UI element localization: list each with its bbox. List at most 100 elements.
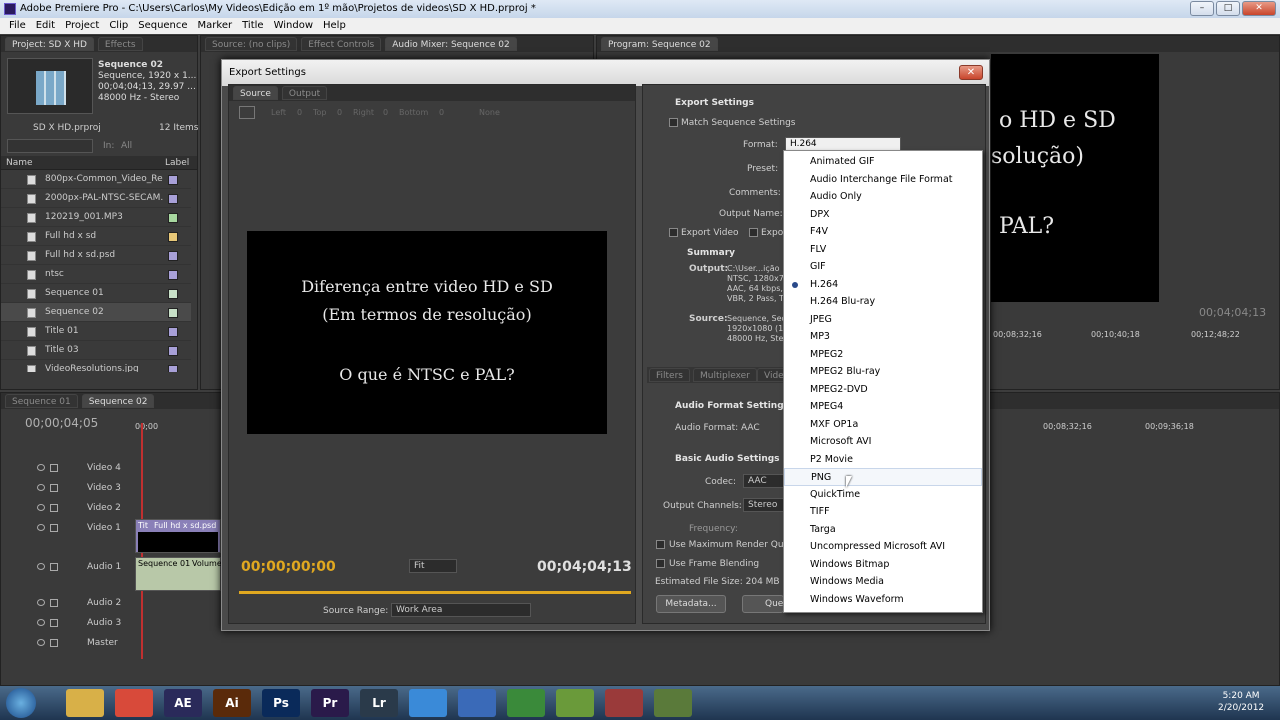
tab-effects[interactable]: Effects — [97, 37, 143, 51]
dialog-close-button[interactable]: ✕ — [959, 65, 983, 80]
menu-marker[interactable]: Marker — [193, 18, 238, 34]
lock-icon[interactable] — [50, 599, 58, 607]
export-work-area-bar[interactable] — [239, 591, 631, 594]
taskbar-app-skype[interactable] — [409, 689, 447, 717]
eye-icon[interactable] — [37, 563, 45, 570]
basic-audio-section[interactable]: Basic Audio Settings — [675, 454, 780, 464]
project-item[interactable]: Title 01 — [1, 322, 191, 341]
lock-icon[interactable] — [50, 563, 58, 571]
eye-icon[interactable] — [37, 524, 45, 531]
eye-icon[interactable] — [37, 599, 45, 606]
column-name[interactable]: Name — [6, 158, 33, 168]
tab-export-output[interactable]: Output — [281, 86, 328, 100]
project-search-input[interactable] — [7, 139, 93, 153]
format-option[interactable]: QuickTime — [784, 486, 982, 504]
tab-audio-mixer[interactable]: Audio Mixer: Sequence 02 — [385, 37, 517, 51]
format-option[interactable]: Animated GIF — [784, 153, 982, 171]
summary-section[interactable]: Summary — [687, 248, 735, 258]
menu-clip[interactable]: Clip — [104, 18, 133, 34]
format-option[interactable]: Windows Media — [784, 573, 982, 591]
taskbar-app-itunes[interactable] — [458, 689, 496, 717]
format-option[interactable]: TIFF — [784, 503, 982, 521]
project-item[interactable]: Title 03 — [1, 341, 191, 360]
format-option[interactable]: Microsoft AVI — [784, 433, 982, 451]
export-settings-section[interactable]: Export Settings — [675, 98, 754, 108]
crop-left-value[interactable]: 0 — [297, 105, 302, 121]
start-button[interactable] — [6, 688, 36, 718]
export-video-checkbox[interactable] — [669, 228, 678, 237]
menu-sequence[interactable]: Sequence — [133, 18, 192, 34]
eye-icon[interactable] — [37, 504, 45, 511]
taskbar-app-utorrent[interactable] — [507, 689, 545, 717]
format-option[interactable]: F4V — [784, 223, 982, 241]
tab-filters[interactable]: Filters — [649, 368, 690, 382]
format-option[interactable]: PNG — [784, 468, 982, 486]
tab-program[interactable]: Program: Sequence 02 — [601, 37, 718, 51]
menu-file[interactable]: File — [4, 18, 31, 34]
column-label[interactable]: Label — [165, 158, 189, 168]
project-item[interactable]: Sequence 02 — [1, 303, 191, 322]
menu-title[interactable]: Title — [237, 18, 268, 34]
export-timecode-in[interactable]: 00;00;00;00 — [241, 559, 336, 575]
taskbar-app-chrome[interactable] — [115, 689, 153, 717]
clock-time[interactable]: 5:20 AM — [1218, 690, 1264, 702]
taskbar-app-after-effects[interactable]: AE — [164, 689, 202, 717]
lock-icon[interactable] — [50, 639, 58, 647]
project-item[interactable]: Sequence 01 — [1, 284, 191, 303]
taskbar-app-lightroom[interactable]: Lr — [360, 689, 398, 717]
eye-icon[interactable] — [37, 639, 45, 646]
max-render-checkbox[interactable] — [656, 540, 665, 549]
crop-bottom-value[interactable]: 0 — [439, 105, 444, 121]
format-option[interactable]: Uncompressed Microsoft AVI — [784, 538, 982, 556]
close-button[interactable]: ✕ — [1242, 1, 1276, 16]
project-item[interactable]: VideoResolutions.jpg — [1, 360, 191, 372]
format-option[interactable]: H.264 Blu-ray — [784, 293, 982, 311]
format-option[interactable]: P2 Movie — [784, 451, 982, 469]
tab-export-source[interactable]: Source — [233, 86, 278, 100]
crop-right-value[interactable]: 0 — [383, 105, 388, 121]
program-timecode[interactable]: 00;04;04;13 — [1199, 306, 1266, 319]
project-item[interactable]: 120219_001.MP3 — [1, 208, 191, 227]
audio-clip[interactable]: Sequence 01 Volume — [135, 557, 222, 591]
export-timecode-out[interactable]: 00;04;04;13 — [537, 559, 632, 575]
zoom-fit-select[interactable]: Fit — [409, 559, 457, 573]
format-option[interactable]: Audio Only — [784, 188, 982, 206]
lock-icon[interactable] — [50, 619, 58, 627]
timeline-timecode[interactable]: 00;00;04;05 — [25, 416, 98, 430]
minimize-button[interactable]: – — [1190, 1, 1214, 16]
track-header[interactable]: Video 3 — [1, 478, 221, 498]
format-option[interactable]: Targa — [784, 521, 982, 539]
menu-help[interactable]: Help — [318, 18, 351, 34]
eye-icon[interactable] — [37, 619, 45, 626]
menu-window[interactable]: Window — [269, 18, 318, 34]
taskbar-app-photoshop[interactable]: Ps — [262, 689, 300, 717]
metadata-button[interactable]: Metadata... — [656, 595, 726, 613]
maximize-button[interactable]: □ — [1216, 1, 1240, 16]
project-item[interactable]: Full hd x sd — [1, 227, 191, 246]
lock-icon[interactable] — [50, 484, 58, 492]
lock-icon[interactable] — [50, 464, 58, 472]
lock-icon[interactable] — [50, 504, 58, 512]
title-clip[interactable]: Tit Full hd x sd.psd — [135, 519, 221, 553]
eye-icon[interactable] — [37, 464, 45, 471]
audio-format-section[interactable]: Audio Format Settings — [675, 401, 789, 411]
format-option[interactable]: MPEG4 — [784, 398, 982, 416]
track-header[interactable]: Audio 3 — [1, 613, 221, 633]
crop-tool-icon[interactable] — [239, 106, 255, 119]
track-header[interactable]: Video 4 — [1, 458, 221, 478]
menu-project[interactable]: Project — [60, 18, 104, 34]
taskbar-app-explorer[interactable] — [66, 689, 104, 717]
export-audio-checkbox[interactable] — [749, 228, 758, 237]
format-option[interactable]: GIF — [784, 258, 982, 276]
menu-edit[interactable]: Edit — [31, 18, 60, 34]
format-option[interactable]: FLV — [784, 241, 982, 259]
track-header[interactable]: Video 2 — [1, 498, 221, 518]
format-option[interactable]: MPEG2 Blu-ray — [784, 363, 982, 381]
format-option[interactable]: DPX — [784, 206, 982, 224]
source-range-select[interactable]: Work Area — [391, 603, 531, 617]
frame-blend-checkbox[interactable] — [656, 559, 665, 568]
project-item[interactable]: 800px-Common_Video_Re — [1, 170, 191, 189]
lock-icon[interactable] — [50, 524, 58, 532]
format-option[interactable]: H.264 — [784, 276, 982, 294]
format-option[interactable]: JPEG — [784, 311, 982, 329]
